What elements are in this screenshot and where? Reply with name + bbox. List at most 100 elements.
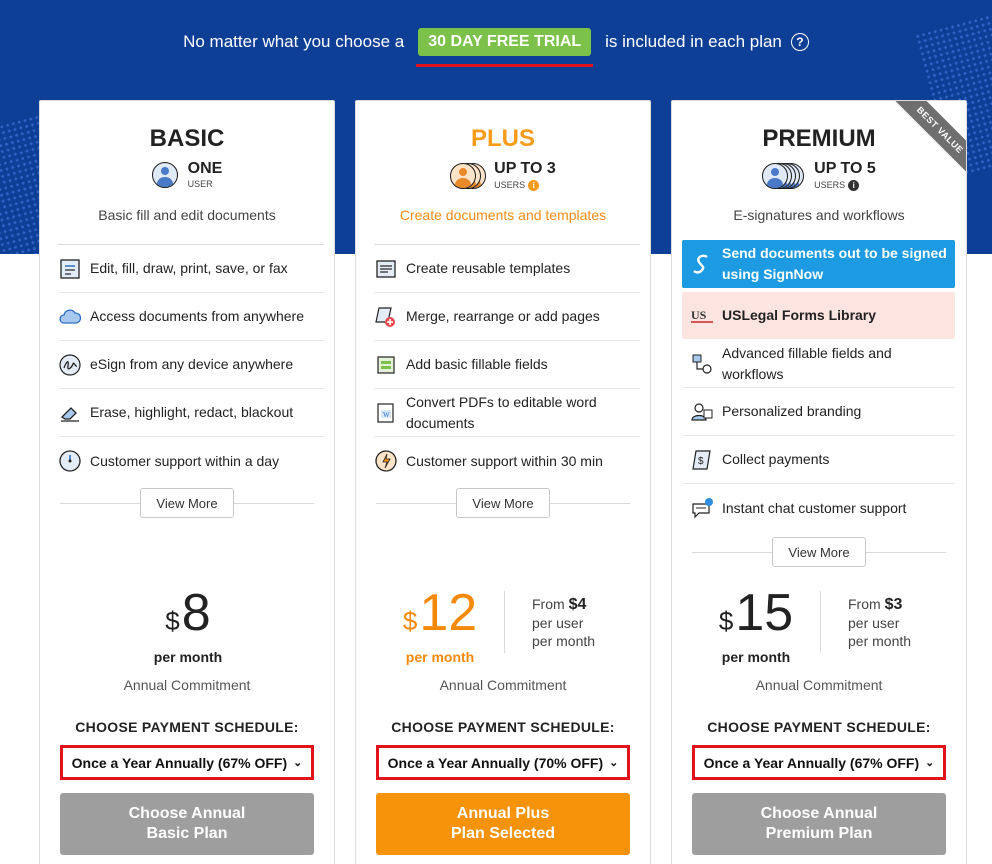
payment-schedule-select[interactable]: Once a Year Annually (67% OFF) ⌄ [692,745,946,780]
price-block: $12 per month From $4 per user per month [356,587,650,665]
price-amount: 15 [735,584,794,642]
word-doc-icon: W [374,401,398,425]
feature-item-highlighted: Send documents out to be signed using Si… [682,240,955,288]
feature-item: $ Collect payments [682,436,955,484]
feature-text: Send documents out to be signed using Si… [722,245,947,282]
per-month-label: per month [532,633,596,649]
feature-list: Edit, fill, draw, print, save, or fax Ac… [58,245,324,485]
cta-line-1: Annual Plus [456,805,550,822]
three-users-icon [450,162,487,190]
choose-premium-plan-button[interactable]: Choose Annual Premium Plan [692,793,946,855]
help-icon[interactable]: ? [790,33,809,51]
price-period: per month [153,649,223,665]
user-count-label: USERS [494,180,526,190]
per-user-price: From $3 per user per month [848,595,911,650]
price-divider [504,591,505,653]
payment-schedule-value: Once a Year Annually (67% OFF) [703,754,920,771]
payment-schedule-value: Once a Year Annually (67% OFF) [71,754,288,771]
feature-item: Access documents from anywhere [58,293,324,341]
feature-item: Personalized branding [682,388,955,436]
feature-text: Access documents from anywhere [90,308,304,324]
feature-item: Merge, rearrange or add pages [374,293,640,341]
user-count-value: ONE [187,160,223,177]
payment-schedule-label: CHOOSE PAYMENT SCHEDULE: [391,719,615,735]
feature-text: Merge, rearrange or add pages [406,308,600,324]
price-period: per month [405,649,475,665]
currency-symbol: $ [402,606,418,636]
feature-item: Edit, fill, draw, print, save, or fax [58,245,324,293]
payment-schedule-select[interactable]: Once a Year Annually (70% OFF) ⌄ [376,745,630,780]
info-icon[interactable]: i [848,180,860,191]
feature-text: Collect payments [722,451,830,467]
info-icon[interactable]: i [528,180,540,191]
feature-text: Convert PDFs to editable word documents [406,393,597,431]
payment-icon: $ [690,448,714,472]
payment-schedule-select[interactable]: Once a Year Annually (67% OFF) ⌄ [60,745,314,780]
from-label: From [532,596,565,612]
feature-text: eSign from any device anywhere [90,356,294,372]
price: $12 per month [390,587,490,665]
view-more-button[interactable]: View More [140,488,234,518]
per-user-label: per user [848,615,900,631]
chevron-down-icon: ⌄ [925,757,935,769]
feature-text: Instant chat customer support [722,499,907,516]
plan-card-premium: BEST VALUE PREMIUM UP TO 5 USERS i E-sign… [671,100,967,864]
signature-icon [58,353,82,377]
commitment-text: Annual Commitment [439,677,567,693]
plan-tagline: E-signatures and workflows [733,207,905,223]
user-count-label: USERS [814,180,846,190]
feature-text: Customer support within a day [90,452,280,469]
uslegal-icon: US [690,304,714,328]
clock-icon [58,449,82,473]
commitment-text: Annual Commitment [755,677,883,693]
feature-item: Create reusable templates [374,245,640,293]
cloud-icon [58,305,82,329]
plan-tagline: Basic fill and edit documents [98,207,276,223]
from-price: $3 [884,596,903,613]
price: $8 per month [138,587,238,665]
fast-clock-icon [374,449,398,473]
eraser-icon [58,401,82,425]
feature-text: Erase, highlight, redact, blackout [90,404,294,420]
user-count-value: UP TO 3 [494,160,556,177]
plan-card-plus: PLUS UP TO 3 USERS i Create documents and… [355,100,651,864]
user-count-label: USER [187,179,213,189]
signnow-icon [690,252,714,276]
merge-pages-icon [374,305,398,329]
cta-line-2: Plan Selected [450,825,556,842]
feature-item-highlighted: US USLegal Forms Library [682,292,955,339]
branding-icon [690,400,714,424]
single-user-icon [151,161,180,189]
currency-symbol: $ [718,606,734,636]
cta-line-1: Choose Annual [760,805,878,822]
feature-item: Customer support within a day [58,437,324,485]
plan-name: BASIC [149,125,225,152]
fillable-field-icon [374,353,398,377]
per-user-label: per user [532,615,584,631]
trial-badge: 30 DAY FREE TRIAL [416,28,594,67]
cta-line-2: Premium Plan [765,825,873,842]
price-block: $8 per month [40,587,334,665]
per-user-price: From $4 per user per month [532,595,595,650]
price: $15 per month [706,587,806,665]
feature-text: Advanced fillable fields and workflows [722,344,892,382]
feature-item: eSign from any device anywhere [58,341,324,389]
price-amount: 12 [419,584,478,642]
from-label: From [848,596,881,612]
svg-text:US: US [691,308,707,322]
annual-plus-plan-button[interactable]: Annual Plus Plan Selected [376,793,630,855]
user-count-value: UP TO 5 [814,160,876,177]
user-count: UP TO 5 USERS i [672,161,966,191]
view-more-button[interactable]: View More [456,488,550,518]
feature-text: Create reusable templates [406,260,571,276]
currency-symbol: $ [165,606,180,636]
choose-basic-plan-button[interactable]: Choose Annual Basic Plan [60,793,314,855]
view-more-button[interactable]: View More [772,537,866,567]
workflow-icon [690,352,714,376]
payment-schedule-value: Once a Year Annually (70% OFF) [387,754,604,771]
trial-banner: No matter what you choose a 30 DAY FREE … [0,24,992,67]
feature-text: Add basic fillable fields [406,356,548,372]
five-users-icon [762,162,806,190]
feature-list: Send documents out to be signed using Si… [682,240,955,532]
plan-name: PREMIUM [762,125,876,152]
